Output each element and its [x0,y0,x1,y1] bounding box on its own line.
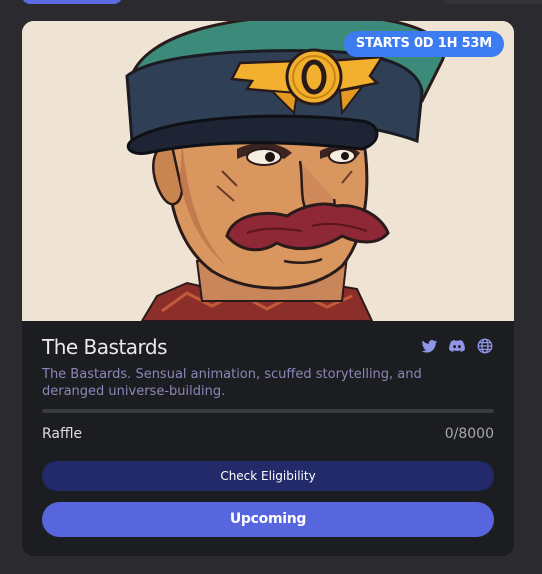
supply-count: 0/8000 [444,426,494,442]
sale-type-label: Raffle [42,426,83,442]
social-links [420,337,494,355]
start-countdown-badge: STARTS 0D 1H 53M [343,31,504,57]
check-eligibility-button[interactable]: Check Eligibility [42,461,494,491]
collection-artwork: STARTS 0D 1H 53M [22,21,514,321]
top-button-fragment[interactable] [22,0,122,4]
discord-icon[interactable] [448,337,466,355]
mint-progress-bar [42,409,494,413]
drop-card[interactable]: STARTS 0D 1H 53M The Bastards The Bastar… [22,21,514,556]
collection-title: The Bastards [42,335,168,359]
upcoming-status-button[interactable]: Upcoming [42,502,494,537]
top-right-fragment [444,0,542,4]
twitter-icon[interactable] [420,337,438,355]
collection-description: The Bastards. Sensual animation, scuffed… [42,367,422,399]
globe-icon[interactable] [476,337,494,355]
